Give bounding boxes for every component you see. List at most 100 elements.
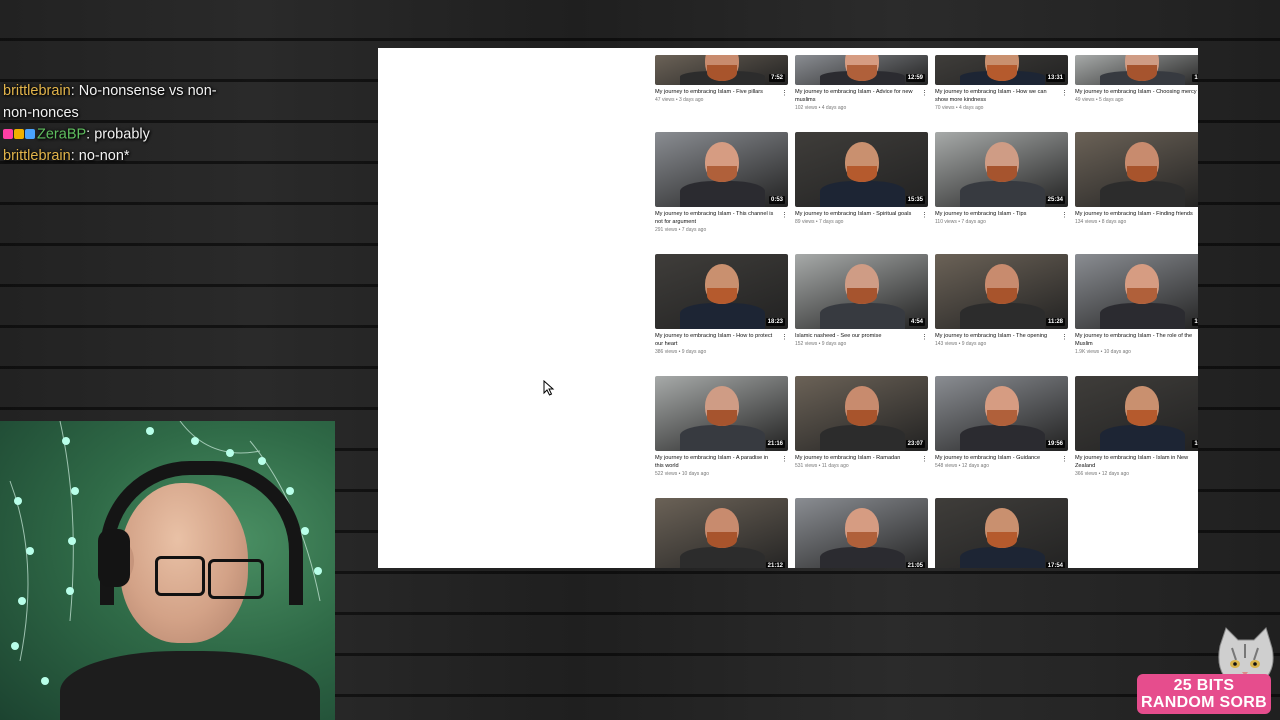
video-thumbnail[interactable]: 7:52 <box>655 55 788 85</box>
video-meta: 110 views • 7 days ago <box>935 219 986 226</box>
video-duration: 0:53 <box>768 196 785 204</box>
video-duration: 19: <box>1192 318 1198 326</box>
video-title[interactable]: My journey to embracing Islam - Finding … <box>1075 210 1197 218</box>
more-options-icon[interactable]: ⋮ <box>921 212 928 219</box>
video-meta: 47 views • 3 days ago <box>655 97 704 104</box>
video-card[interactable]: 11:28 My journey to embracing Islam - Th… <box>935 254 1068 348</box>
bits-alert-amount: 25 BITS <box>1173 677 1235 694</box>
video-meta: 143 views • 9 days ago <box>935 341 987 348</box>
video-thumbnail[interactable]: 13:31 <box>935 55 1068 85</box>
video-card[interactable]: 21:12 <box>655 498 788 568</box>
video-thumbnail[interactable]: 16: <box>1075 376 1198 451</box>
video-thumbnail[interactable]: 25:34 <box>935 132 1068 207</box>
video-duration: 21:16 <box>765 440 785 448</box>
video-title[interactable]: My journey to embracing Islam - Islam in… <box>1075 454 1197 470</box>
more-options-icon[interactable]: ⋮ <box>1061 456 1068 463</box>
more-options-icon[interactable]: ⋮ <box>1061 212 1068 219</box>
video-card[interactable]: 16: My journey to embracing Islam - Isla… <box>1075 376 1198 478</box>
chat-message: ZeraBP: probably <box>3 124 233 146</box>
video-thumbnail[interactable]: 15:35 <box>795 132 928 207</box>
video-thumbnail[interactable]: 2 <box>1075 132 1198 207</box>
video-meta: 366 views • 12 days ago <box>1075 471 1130 478</box>
chat-message: brittlebrain: No-nonsense vs non-non-non… <box>3 81 233 124</box>
video-thumbnail[interactable]: 17:54 <box>935 498 1068 568</box>
video-thumbnail[interactable]: 15: <box>1075 55 1198 85</box>
video-title[interactable]: My journey to embracing Islam - Tips <box>935 210 1057 218</box>
video-meta: 70 views • 4 days ago <box>935 105 984 112</box>
video-card[interactable]: 15: My journey to embracing Islam - Choo… <box>1075 55 1198 104</box>
video-thumbnail[interactable]: 0:53 <box>655 132 788 207</box>
mouse-cursor-icon <box>543 380 555 396</box>
video-card[interactable]: 13:31 My journey to embracing Islam - Ho… <box>935 55 1068 112</box>
video-thumbnail[interactable]: 4:54 <box>795 254 928 329</box>
video-card[interactable]: 12:59 My journey to embracing Islam - Ad… <box>795 55 928 112</box>
video-title[interactable]: My journey to embracing Islam - The role… <box>1075 332 1197 348</box>
more-options-icon[interactable]: ⋮ <box>1061 90 1068 97</box>
video-duration: 23:07 <box>905 440 925 448</box>
video-card[interactable]: 21:16 My journey to embracing Islam - A … <box>655 376 788 478</box>
video-duration: 25:34 <box>1045 196 1065 204</box>
video-card[interactable]: 0:53 My journey to embracing Islam - Thi… <box>655 132 788 234</box>
chat-text: : no-non* <box>70 148 130 165</box>
video-title[interactable]: My journey to embracing Islam - A paradi… <box>655 454 777 470</box>
headphone-cup <box>98 529 130 587</box>
more-options-icon[interactable]: ⋮ <box>781 456 788 463</box>
video-title[interactable]: My journey to embracing Islam - Choosing… <box>1075 88 1197 96</box>
video-title[interactable]: My journey to embracing Islam - Advice f… <box>795 88 917 104</box>
video-thumbnail[interactable]: 19:56 <box>935 376 1068 451</box>
video-title[interactable]: My journey to embracing Islam - Ramadan <box>795 454 917 462</box>
video-thumbnail[interactable]: 18:23 <box>655 254 788 329</box>
video-title[interactable]: My journey to embracing Islam - How we c… <box>935 88 1057 104</box>
video-card[interactable]: 19: My journey to embracing Islam - The … <box>1075 254 1198 356</box>
video-card[interactable]: 7:52 My journey to embracing Islam - Fiv… <box>655 55 788 104</box>
video-row: 0:53 My journey to embracing Islam - Thi… <box>655 132 1198 250</box>
more-options-icon[interactable]: ⋮ <box>921 90 928 97</box>
video-card[interactable]: 15:35 My journey to embracing Islam - Sp… <box>795 132 928 226</box>
video-title[interactable]: My journey to embracing Islam - Guidance <box>935 454 1057 462</box>
video-thumbnail[interactable]: 12:59 <box>795 55 928 85</box>
video-title[interactable]: My journey to embracing Islam - The open… <box>935 332 1057 340</box>
video-title[interactable]: My journey to embracing Islam - How to p… <box>655 332 777 348</box>
video-thumbnail[interactable]: 21:05 <box>795 498 928 568</box>
video-duration: 21:05 <box>905 562 925 568</box>
video-thumbnail[interactable]: 21:16 <box>655 376 788 451</box>
more-options-icon[interactable]: ⋮ <box>1061 334 1068 341</box>
chat-message: brittlebrain: no-non* <box>3 146 233 168</box>
video-thumbnail[interactable]: 19: <box>1075 254 1198 329</box>
video-title[interactable]: My journey to embracing Islam - Spiritua… <box>795 210 917 218</box>
video-title[interactable]: My journey to embracing Islam - Five pil… <box>655 88 777 96</box>
more-options-icon[interactable]: ⋮ <box>781 212 788 219</box>
video-card[interactable]: 4:54 Islamic nasheed - See our promise 1… <box>795 254 928 348</box>
video-meta: 386 views • 9 days ago <box>655 349 707 356</box>
video-duration: 12:59 <box>905 74 925 82</box>
bits-alert-badge: 25 BITS RANDOM SORB <box>1137 674 1271 714</box>
more-options-icon[interactable]: ⋮ <box>781 90 788 97</box>
chat-username: brittlebrain <box>3 148 71 165</box>
video-card[interactable]: 19:56 My journey to embracing Islam - Gu… <box>935 376 1068 470</box>
video-card[interactable]: 2 My journey to embracing Islam - Findin… <box>1075 132 1198 226</box>
video-meta: 134 views • 8 days ago <box>1075 219 1127 226</box>
more-options-icon[interactable]: ⋮ <box>921 334 928 341</box>
video-card[interactable]: 23:07 My journey to embracing Islam - Ra… <box>795 376 928 470</box>
video-thumbnail[interactable]: 11:28 <box>935 254 1068 329</box>
video-duration: 4:54 <box>908 318 925 326</box>
stream-chat: brittlebrain: No-nonsense vs non-non-non… <box>3 81 233 168</box>
video-row: 21:12 21:05 17:54 <box>655 498 1198 568</box>
video-card[interactable]: 21:05 <box>795 498 928 568</box>
video-thumbnail[interactable]: 21:12 <box>655 498 788 568</box>
video-row: 18:23 My journey to embracing Islam - Ho… <box>655 254 1198 372</box>
glasses-icon <box>208 559 264 599</box>
video-thumbnail[interactable]: 23:07 <box>795 376 928 451</box>
video-meta: 102 views • 4 days ago <box>795 105 847 112</box>
video-meta: 152 views • 9 days ago <box>795 341 847 348</box>
more-options-icon[interactable]: ⋮ <box>921 456 928 463</box>
heart-badge-icon <box>3 129 13 139</box>
glasses-icon <box>155 556 205 596</box>
more-options-icon[interactable]: ⋮ <box>781 334 788 341</box>
video-title[interactable]: My journey to embracing Islam - This cha… <box>655 210 777 226</box>
video-card[interactable]: 17:54 <box>935 498 1068 568</box>
chat-text: : probably <box>86 126 150 143</box>
video-title[interactable]: Islamic nasheed - See our promise <box>795 332 917 340</box>
video-card[interactable]: 25:34 My journey to embracing Islam - Ti… <box>935 132 1068 226</box>
video-card[interactable]: 18:23 My journey to embracing Islam - Ho… <box>655 254 788 356</box>
